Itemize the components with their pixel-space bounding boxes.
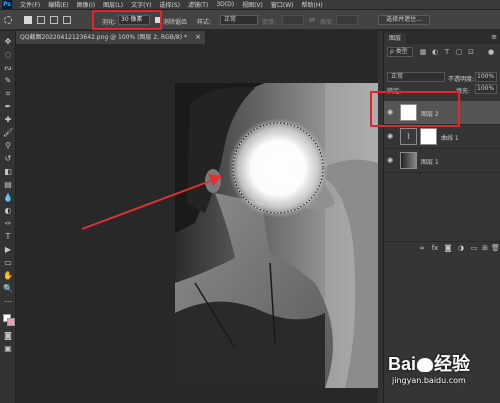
blend-mode-select[interactable]: 正常 [387, 72, 445, 82]
new-group-icon[interactable]: ▭ [470, 244, 478, 252]
watermark-brand-suffix: 经验 [434, 354, 471, 374]
watermark-brand: Bai [388, 354, 417, 374]
link-layers-icon[interactable]: ∞ [418, 244, 426, 252]
layer-row-layer1[interactable]: ◉ 图层 1 [384, 149, 500, 173]
layer-thumbnail [400, 152, 417, 169]
layer-name: 曲线 1 [441, 135, 459, 142]
trash-icon[interactable]: 🗑 [491, 244, 500, 252]
baidu-watermark: Bai 经验 jingyan.baidu.com [388, 350, 498, 400]
filter-toggle-icon[interactable]: ● [487, 48, 495, 56]
add-mask-icon[interactable]: ◙ [444, 244, 452, 252]
tab-layers[interactable]: 图层 [384, 33, 406, 44]
type-filter-icon[interactable]: T [443, 48, 451, 56]
layer-filter-row: ρ 类型 ▦ ◐ T ▢ ⊡ ● [387, 47, 497, 57]
curves-adjustment-icon: ⌇ [400, 128, 417, 145]
layer-mask-thumbnail [420, 128, 437, 145]
layer-style-icon[interactable]: fx [431, 244, 439, 252]
panel-menu-icon[interactable]: ≡ [491, 33, 497, 41]
filter-type-select[interactable]: ρ 类型 [387, 47, 413, 57]
opacity-input[interactable]: 100% [475, 72, 497, 82]
layer-row-curves[interactable]: ◉ ⌇ 曲线 1 [384, 125, 500, 149]
visibility-eye-icon[interactable]: ◉ [387, 133, 395, 140]
new-layer-icon[interactable]: ⊞ [481, 244, 489, 252]
panel-header: 图层 ≡ [384, 31, 500, 44]
watermark-url: jingyan.baidu.com [392, 376, 466, 385]
smart-object-filter-icon[interactable]: ⊡ [467, 48, 475, 56]
visibility-eye-icon[interactable]: ◉ [387, 157, 395, 164]
layers-panel-footer: ∞ fx ◙ ◑ ▭ ⊞ 🗑 [384, 241, 500, 253]
adjustment-layer-icon[interactable]: ◑ [457, 244, 465, 252]
pixel-filter-icon[interactable]: ▦ [419, 48, 427, 56]
layer-name: 图层 1 [421, 159, 439, 166]
adjustment-filter-icon[interactable]: ◐ [431, 48, 439, 56]
opacity-label: 不透明度: [448, 76, 475, 83]
paw-logo-icon [417, 358, 434, 373]
fill-input[interactable]: 100% [475, 84, 497, 94]
layer-highlight-box [370, 91, 460, 127]
shape-filter-icon[interactable]: ▢ [455, 48, 463, 56]
layers-panel: 图层 ≡ ρ 类型 ▦ ◐ T ▢ ⊡ ● 正常 不透明度: 100% 锁定: … [370, 31, 500, 403]
